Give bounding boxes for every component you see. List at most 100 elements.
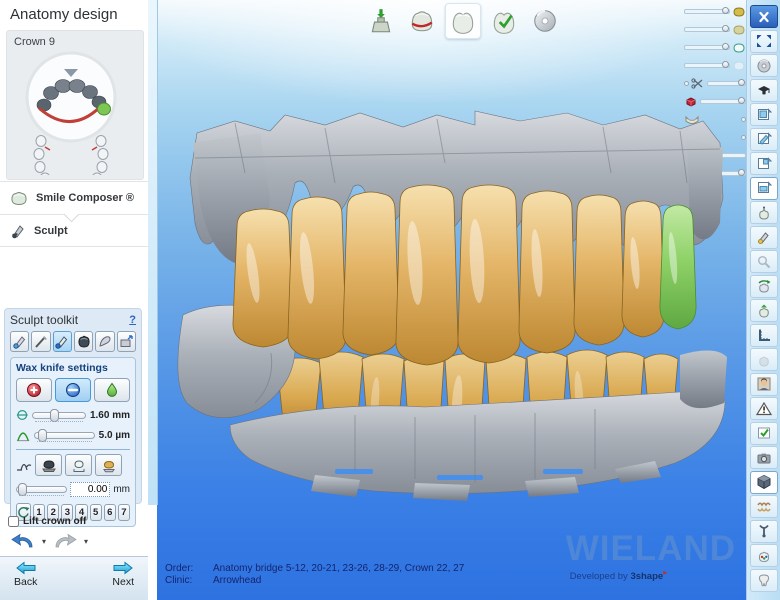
- view-plane-3-button[interactable]: [750, 152, 778, 175]
- cube-3d-icon: [756, 475, 772, 489]
- preset-7-button[interactable]: 7: [118, 504, 130, 521]
- offset-slider-knob[interactable]: [18, 483, 27, 496]
- camera-icon: [756, 451, 772, 465]
- wax-knife-icon: [756, 230, 772, 244]
- back-button[interactable]: Back: [14, 561, 37, 600]
- wax-knife-tool-button[interactable]: [53, 331, 72, 352]
- undo-dropdown-caret[interactable]: ▾: [42, 537, 46, 546]
- articulator-button[interactable]: [750, 495, 778, 518]
- crown-on-die-icon: [40, 458, 58, 473]
- snapshot-button[interactable]: [750, 446, 778, 469]
- wax-knife-icon: [10, 223, 26, 239]
- smooth-material-button[interactable]: [94, 378, 130, 402]
- morph-option-2-button[interactable]: [65, 454, 92, 476]
- preset-5-button[interactable]: 5: [90, 504, 102, 521]
- wax-knife-view-button[interactable]: [750, 226, 778, 249]
- close-view-button[interactable]: [750, 5, 778, 28]
- rotate-tooth-icon: [756, 279, 772, 293]
- preset-6-button[interactable]: 6: [104, 504, 116, 521]
- paint-tooth-button[interactable]: [750, 544, 778, 567]
- rotate-tooth-button[interactable]: [750, 275, 778, 298]
- back-arrow-icon: [16, 561, 36, 575]
- layer-radio[interactable]: [684, 81, 689, 86]
- view-3d-button[interactable]: [750, 471, 778, 494]
- offset-input[interactable]: [70, 482, 110, 497]
- diameter-slider[interactable]: [32, 412, 86, 419]
- layer-slider-knob[interactable]: [722, 61, 729, 68]
- tooth-chart[interactable]: [7, 47, 143, 175]
- sidebar-item-smile-composer[interactable]: Smile Composer ®: [0, 181, 148, 214]
- layer-crowns-solid: [684, 5, 746, 18]
- diameter-slider-knob[interactable]: [50, 409, 59, 422]
- tools-button[interactable]: [750, 520, 778, 543]
- morph-crown-tool-button[interactable]: [74, 331, 93, 352]
- brand-block: WIELAND Developed by 3shape▸: [566, 532, 736, 582]
- view-plane-2-button[interactable]: [750, 128, 778, 151]
- layer-slider[interactable]: [684, 27, 730, 32]
- wax-mode-group: [16, 378, 130, 402]
- measure-icon: [756, 328, 772, 342]
- developed-by-line: Developed by 3shape▸: [570, 568, 736, 582]
- layer-slider-knob[interactable]: [722, 7, 729, 14]
- layer-slider-knob[interactable]: [722, 43, 729, 50]
- anatomy-crown-button[interactable]: [445, 3, 481, 39]
- panel-splitter[interactable]: [148, 0, 158, 505]
- carve-icon: [33, 334, 49, 349]
- remove-material-button[interactable]: [55, 378, 91, 402]
- view-plane-4-button[interactable]: [750, 177, 778, 200]
- crown-gold-icon: [100, 458, 118, 473]
- scan-antenna-button[interactable]: [750, 201, 778, 224]
- smoothness-slider-knob[interactable]: [38, 429, 47, 442]
- order-label: Order:: [165, 563, 205, 574]
- next-button[interactable]: Next: [112, 561, 134, 600]
- warning-button[interactable]: [750, 397, 778, 420]
- left-panel: Anatomy design Crown 9: [0, 0, 148, 600]
- carve-tool-button[interactable]: [31, 331, 50, 352]
- tooth-chart-card[interactable]: Crown 9: [6, 30, 144, 180]
- wax-knife-add-tool-button[interactable]: [10, 331, 29, 352]
- page-title: Anatomy design: [10, 6, 118, 23]
- morph-option-1-button[interactable]: [35, 454, 62, 476]
- morph-option-3-button[interactable]: [95, 454, 122, 476]
- add-material-button[interactable]: [16, 378, 52, 402]
- tooth-hidden-button[interactable]: [750, 348, 778, 371]
- dental-model-3d[interactable]: [175, 103, 735, 503]
- training-button[interactable]: [750, 79, 778, 102]
- redo-icon[interactable]: [52, 533, 78, 550]
- measure-button[interactable]: [750, 324, 778, 347]
- smoothness-slider[interactable]: [34, 432, 95, 439]
- material-disc-icon: [531, 7, 559, 35]
- margin-line-button[interactable]: [404, 3, 440, 39]
- material-disc-button[interactable]: [527, 3, 563, 39]
- zoom-button[interactable]: [750, 250, 778, 273]
- undo-icon[interactable]: [10, 533, 36, 550]
- layer-slider[interactable]: [684, 9, 730, 14]
- material-disc-view-button[interactable]: [750, 54, 778, 77]
- layer-slider[interactable]: [684, 45, 730, 50]
- view-plane-1-button[interactable]: [750, 103, 778, 126]
- lift-crown-row: Lift crown off: [8, 516, 86, 527]
- design-step-toolbar: [363, 3, 563, 39]
- smooth-tool-button[interactable]: [95, 331, 114, 352]
- layer-slider-knob[interactable]: [738, 169, 745, 176]
- layer-slider-knob[interactable]: [738, 79, 745, 86]
- lift-crown-checkbox[interactable]: [8, 516, 19, 527]
- help-link[interactable]: ?: [129, 314, 136, 326]
- model-viewport[interactable]: Order: Anatomy bridge 5-12, 20-21, 23-26…: [157, 0, 746, 600]
- fit-view-button[interactable]: [750, 30, 778, 53]
- patient-photo-button[interactable]: [750, 373, 778, 396]
- single-tooth-button[interactable]: [750, 569, 778, 592]
- attachment-tool-button[interactable]: [117, 331, 136, 352]
- validate-button[interactable]: [750, 422, 778, 445]
- layer-slider-knob[interactable]: [738, 97, 745, 104]
- offset-slider[interactable]: [16, 486, 67, 493]
- back-label: Back: [14, 576, 37, 588]
- place-crown-button[interactable]: [363, 3, 399, 39]
- layer-slider[interactable]: [684, 63, 730, 68]
- redo-dropdown-caret[interactable]: ▾: [84, 537, 88, 546]
- crown-outline-icon: [70, 458, 88, 473]
- approve-crown-button[interactable]: [486, 3, 522, 39]
- layer-slider-knob[interactable]: [722, 25, 729, 32]
- seat-tooth-button[interactable]: [750, 299, 778, 322]
- layer-slider[interactable]: [707, 81, 746, 86]
